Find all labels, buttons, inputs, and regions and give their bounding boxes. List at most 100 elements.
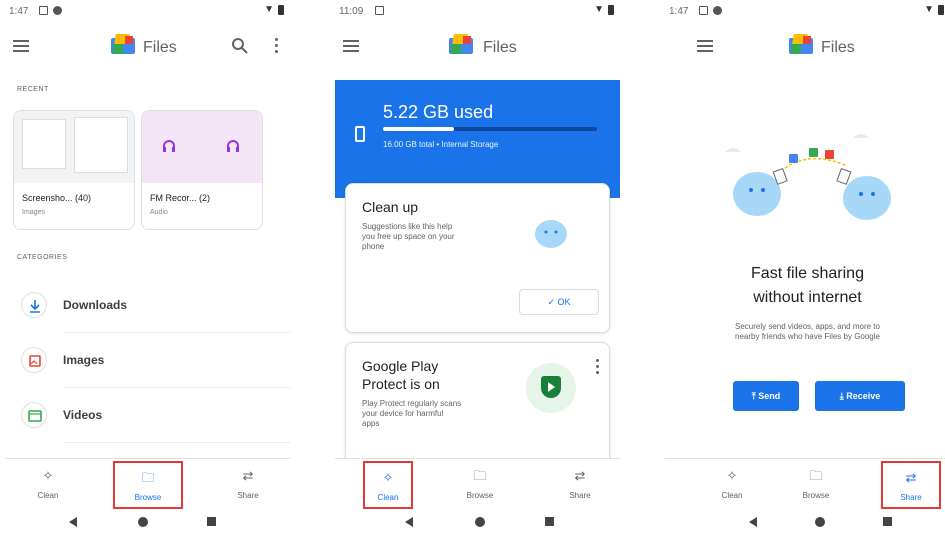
notification-icon: [699, 6, 708, 15]
home-icon[interactable]: [475, 517, 485, 527]
card-type: Images: [22, 209, 45, 216]
recents-icon[interactable]: [545, 517, 554, 526]
category-images[interactable]: Images: [5, 333, 290, 388]
menu-icon[interactable]: [697, 40, 713, 52]
status-bar: 11:09 ▼: [335, 0, 620, 22]
folder-icon: 🗀: [473, 468, 487, 483]
search-icon[interactable]: [230, 36, 250, 56]
back-icon[interactable]: [69, 517, 77, 527]
card-name: Screensho... (40): [22, 193, 92, 203]
app-title: Files: [821, 39, 855, 56]
menu-icon[interactable]: [343, 40, 359, 52]
category-videos[interactable]: Videos: [5, 388, 290, 443]
recents-icon[interactable]: [207, 517, 216, 526]
swap-arrows-icon: ⇄: [905, 470, 917, 485]
categories-heading: CATEGORIES: [17, 254, 68, 261]
app-title: Files: [143, 39, 177, 56]
category-label: Images: [63, 353, 105, 367]
screen-browse: 1:47 ▼ Files RECENT Screensho... (40) Im…: [5, 0, 290, 535]
swap-arrows-icon: ⇄: [242, 468, 254, 483]
upload-icon: ⤒: [751, 391, 756, 401]
card-title: Google Play Protect is on: [362, 358, 440, 392]
recent-card-screenshots[interactable]: Screensho... (40) Images: [13, 110, 135, 230]
sparkle-icon: ✧: [42, 468, 54, 483]
check-icon: ✓: [547, 297, 555, 307]
storage-total: 16.00 GB total • Internal Storage: [383, 140, 499, 149]
recent-heading: RECENT: [17, 86, 49, 93]
nav-share[interactable]: ⇄ Share: [213, 461, 283, 509]
video-icon: [21, 402, 47, 428]
folder-icon: 🗀: [809, 468, 823, 483]
notification-icon: [53, 6, 62, 15]
storage-used: 5.22 GB used: [383, 102, 494, 122]
battery-icon: [938, 5, 944, 15]
screen-share: 1:47 ▼ Files Fast file sharing without i…: [665, 0, 945, 535]
more-options-icon[interactable]: [272, 38, 280, 56]
bottom-navigation: ✧ Clean 🗀 Browse ⇄ Share: [5, 458, 290, 510]
notification-icon: [375, 6, 384, 15]
clean-up-card: Clean up Suggestions like this help you …: [345, 183, 610, 333]
card-title: Clean up: [362, 199, 419, 215]
files-logo-icon: [111, 34, 139, 56]
wifi-icon: ▼: [594, 4, 604, 15]
screen-clean: 11:09 ▼ Files 5.22 GB used 16.00 GB tota…: [335, 0, 620, 535]
download-icon: ⤓: [839, 391, 844, 401]
sharing-illustration-icon: [725, 134, 891, 220]
wifi-icon: ▼: [924, 4, 934, 15]
battery-icon: [608, 5, 614, 15]
back-icon[interactable]: [405, 517, 413, 527]
status-time: 1:47: [9, 6, 29, 17]
play-protect-icon: [526, 363, 576, 413]
headphones-icon: [227, 140, 239, 152]
category-downloads[interactable]: Downloads: [5, 278, 290, 333]
card-description: Play Protect regularly scans your device…: [362, 399, 462, 428]
home-icon[interactable]: [138, 517, 148, 527]
files-logo-icon: [789, 34, 817, 56]
nav-browse[interactable]: 🗀 Browse: [445, 461, 515, 509]
battery-icon: [278, 5, 284, 15]
back-icon[interactable]: [749, 517, 757, 527]
notification-icon: [713, 6, 722, 15]
nav-browse[interactable]: 🗀 Browse: [781, 461, 851, 509]
storage-progress-bar: [383, 127, 597, 131]
receive-button[interactable]: ⤓ Receive: [815, 381, 905, 411]
status-bar: 1:47 ▼: [665, 0, 945, 22]
nav-share[interactable]: ⇄ Share: [881, 461, 941, 509]
status-time: 1:47: [669, 6, 689, 17]
nav-clean[interactable]: ✧ Clean: [697, 461, 767, 509]
bottom-navigation: ✧ Clean 🗀 Browse ⇄ Share: [665, 458, 945, 510]
card-description: Suggestions like this help you free up s…: [362, 222, 455, 251]
audio-thumbnail: [142, 111, 262, 183]
home-icon[interactable]: [815, 517, 825, 527]
nav-clean[interactable]: ✧ Clean: [13, 461, 83, 509]
app-bar: Files: [335, 28, 620, 68]
status-bar: 1:47 ▼: [5, 0, 290, 22]
send-button[interactable]: ⤒ Send: [733, 381, 799, 411]
more-options-icon[interactable]: [593, 359, 601, 377]
phone-storage-icon: [355, 126, 365, 142]
storage-panel[interactable]: 5.22 GB used 16.00 GB total • Internal S…: [335, 80, 620, 198]
system-navigation: [665, 510, 945, 535]
status-time: 11:09: [339, 6, 364, 17]
system-navigation: [5, 510, 290, 535]
wifi-icon: ▼: [264, 4, 274, 15]
share-headline: Fast file sharing without internet: [751, 265, 864, 306]
card-type: Audio: [150, 209, 168, 216]
system-navigation: [335, 510, 620, 535]
ok-button[interactable]: ✓ OK: [519, 289, 599, 315]
nav-browse[interactable]: 🗀 Browse: [113, 461, 183, 509]
sparkle-icon: ✧: [382, 470, 394, 485]
download-icon: [21, 292, 47, 318]
category-label: Downloads: [63, 298, 128, 312]
card-name: FM Recor... (2): [150, 193, 211, 203]
play-protect-card: Google Play Protect is on Play Protect r…: [345, 342, 610, 472]
folder-icon: 🗀: [141, 470, 155, 485]
nav-share[interactable]: ⇄ Share: [545, 461, 615, 509]
recents-icon[interactable]: [883, 517, 892, 526]
app-bar: Files: [665, 28, 945, 68]
nav-clean[interactable]: ✧ Clean: [363, 461, 413, 509]
files-logo-icon: [449, 34, 477, 56]
menu-icon[interactable]: [13, 40, 29, 52]
sparkle-icon: ✧: [726, 468, 738, 483]
recent-card-fm-recordings[interactable]: FM Recor... (2) Audio: [141, 110, 263, 230]
